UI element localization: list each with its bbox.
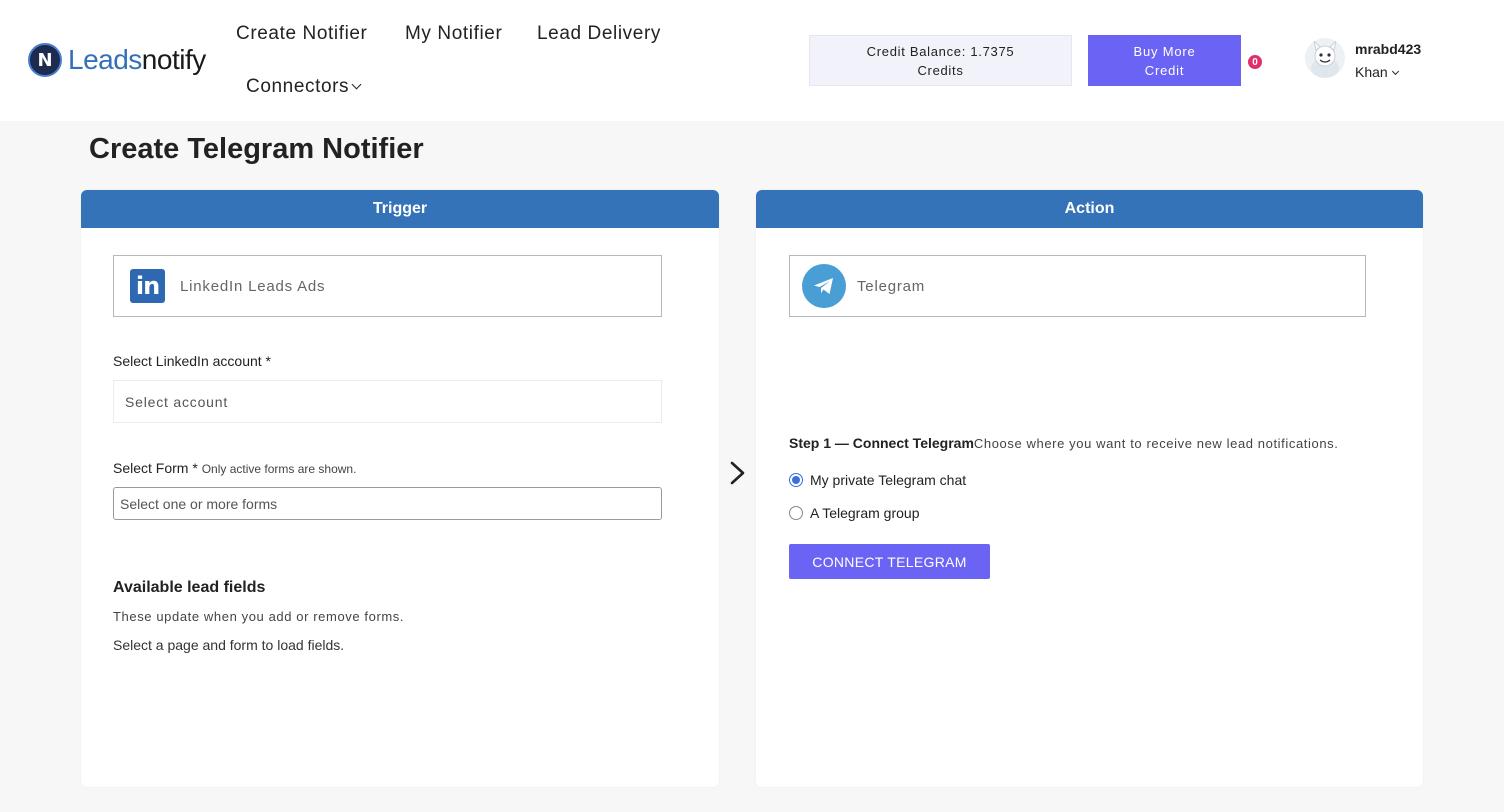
nav-my-notifier[interactable]: My Notifier xyxy=(405,23,502,45)
notification-badge[interactable]: 0 xyxy=(1248,55,1262,69)
trigger-app-box[interactable]: in LinkedIn Leads Ads xyxy=(113,255,662,317)
radio-group-label: A Telegram group xyxy=(810,505,920,521)
trigger-card-header: Trigger xyxy=(81,190,719,228)
form-label-hint: Only active forms are shown. xyxy=(201,462,357,476)
radio-button-checked[interactable] xyxy=(789,473,803,487)
form-multiselect[interactable]: Select one or more forms xyxy=(113,487,662,520)
linkedin-account-select[interactable]: Select account xyxy=(113,380,662,423)
logo-text: Leadsnotify xyxy=(68,44,206,76)
chevron-down-icon xyxy=(1391,67,1399,76)
user-display-name: Khan xyxy=(1355,64,1388,80)
logo-text-leads: Leads xyxy=(68,44,142,75)
action-card: Action Telegram Step 1 — Connect Telegra… xyxy=(756,190,1423,787)
action-card-header: Action xyxy=(756,190,1423,228)
step-title: Step 1 — Connect Telegram xyxy=(789,435,974,451)
user-menu[interactable]: Khan xyxy=(1355,64,1399,80)
logo[interactable]: N Leadsnotify xyxy=(28,43,206,77)
linkedin-icon: in xyxy=(130,269,165,303)
step-instructions: Step 1 — Connect TelegramChoose where yo… xyxy=(789,435,1338,451)
nav-create-notifier[interactable]: Create Notifier xyxy=(236,23,368,45)
top-header: N Leadsnotify Create Notifier My Notifie… xyxy=(0,0,1504,121)
linkedin-account-label: Select LinkedIn account * xyxy=(113,353,271,369)
credit-balance: Credit Balance: 1.7375 Credits xyxy=(809,35,1072,86)
radio-button[interactable] xyxy=(789,506,803,520)
chevron-down-icon xyxy=(351,79,362,90)
nav-lead-delivery[interactable]: Lead Delivery xyxy=(537,23,661,45)
lead-fields-title: Available lead fields xyxy=(113,579,266,596)
logo-text-notify: notify xyxy=(141,44,206,75)
radio-private-chat-label: My private Telegram chat xyxy=(810,472,967,488)
avatar-image-icon xyxy=(1311,39,1339,78)
step-description: Choose where you want to receive new lea… xyxy=(973,436,1339,451)
nav-connectors-label: Connectors xyxy=(246,76,350,97)
buy-more-credit-button[interactable]: Buy More Credit xyxy=(1088,35,1241,86)
telegram-icon xyxy=(802,264,846,308)
nav-connectors[interactable]: Connectors xyxy=(246,76,362,98)
avatar[interactable] xyxy=(1305,38,1345,78)
trigger-app-name: LinkedIn Leads Ads xyxy=(180,277,326,295)
radio-private-chat[interactable]: My private Telegram chat xyxy=(789,472,966,488)
lead-fields-note: Select a page and form to load fields. xyxy=(113,637,345,653)
form-label-text: Select Form * xyxy=(113,460,198,476)
form-label: Select Form * Only active forms are show… xyxy=(113,460,356,476)
radio-group[interactable]: A Telegram group xyxy=(789,505,919,521)
lead-fields-subtitle: These update when you add or remove form… xyxy=(113,609,405,624)
page-title: Create Telegram Notifier xyxy=(89,133,424,165)
action-app-name: Telegram xyxy=(857,277,926,295)
connect-telegram-button[interactable]: CONNECT TELEGRAM xyxy=(789,544,990,579)
chevron-right-icon xyxy=(730,461,745,485)
user-name[interactable]: mrabd423 xyxy=(1355,41,1421,57)
action-app-box[interactable]: Telegram xyxy=(789,255,1366,317)
trigger-card: Trigger in LinkedIn Leads Ads Select Lin… xyxy=(81,190,719,787)
logo-mark-icon: N xyxy=(28,43,62,77)
